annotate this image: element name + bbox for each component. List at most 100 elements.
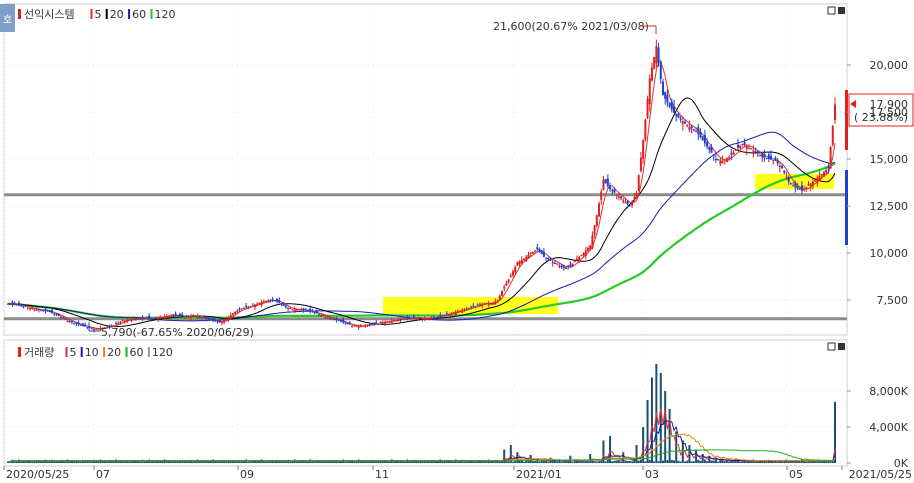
candle-body	[560, 265, 563, 267]
volume-bar	[119, 461, 122, 463]
candle-body	[95, 328, 98, 330]
candle-body	[97, 328, 100, 330]
candle-body	[207, 318, 210, 320]
candle-body	[829, 147, 832, 169]
candle-body	[7, 303, 9, 305]
candle-body	[450, 313, 453, 315]
volume-bar	[626, 460, 629, 463]
right-blue-bar	[845, 170, 848, 245]
volume-bar	[659, 373, 662, 463]
legend-swatch	[103, 347, 106, 357]
volume-bar	[22, 461, 25, 463]
candle-body	[269, 299, 272, 301]
volume-bar	[741, 461, 744, 463]
candle-body	[313, 312, 316, 314]
volume-bar	[231, 461, 234, 463]
candle-body	[328, 317, 331, 319]
candle-body	[220, 321, 223, 324]
candle-body	[770, 155, 773, 160]
candle-body	[717, 158, 720, 160]
candle-body	[556, 263, 559, 265]
candle-body	[368, 324, 371, 326]
legend-item: 20	[107, 346, 121, 359]
legend-swatch	[125, 347, 128, 357]
candle-body	[366, 324, 369, 326]
candle-body	[33, 309, 36, 311]
volume-bar	[304, 461, 307, 463]
candle-body	[46, 310, 49, 312]
candle-body	[214, 319, 217, 322]
candle-body	[192, 314, 195, 316]
candle-body	[115, 323, 118, 325]
candle-body	[659, 61, 662, 79]
candle-body	[245, 305, 248, 308]
volume-bar	[534, 461, 537, 463]
candle-body	[141, 316, 144, 319]
candle-body	[179, 313, 182, 316]
volume-bar	[128, 461, 131, 463]
volume-tick-label: 4,000K	[869, 421, 908, 434]
candle-body	[593, 225, 596, 235]
candle-body	[461, 309, 464, 313]
candle-body	[183, 316, 186, 318]
volume-bar	[787, 461, 790, 463]
candle-body	[567, 265, 570, 267]
candle-body	[781, 165, 784, 169]
candle-body	[503, 286, 506, 289]
candle-body	[668, 102, 671, 107]
volume-bar	[20, 461, 23, 463]
volume-bar	[803, 461, 806, 463]
candle-body	[547, 257, 550, 260]
candle-body	[811, 181, 814, 186]
candle-body	[525, 256, 528, 262]
candle-body	[317, 313, 320, 315]
date-tick-label: 2021/05/25	[849, 468, 912, 481]
volume-bar	[772, 461, 775, 463]
date-tick-label: 11	[375, 468, 389, 481]
volume-bar	[370, 461, 373, 463]
candle-body	[595, 215, 598, 226]
volume-bar	[571, 461, 574, 463]
volume-bar	[101, 461, 104, 463]
candle-body	[384, 321, 387, 324]
volume-bar	[403, 461, 406, 463]
candle-body	[613, 189, 616, 193]
candle-body	[31, 308, 34, 310]
candle-body	[785, 177, 788, 179]
candle-body	[518, 261, 521, 265]
candle-body	[289, 308, 292, 310]
volume-bar	[15, 461, 18, 463]
candle-body	[70, 321, 73, 323]
volume-bar	[42, 461, 45, 463]
candle-body	[666, 95, 669, 103]
volume-bar	[547, 461, 550, 463]
candle-body	[761, 153, 764, 158]
candle-body	[474, 306, 477, 308]
volume-panel-maximize-icon[interactable]	[838, 343, 845, 350]
candle-body	[628, 205, 631, 207]
candle-body	[401, 319, 404, 321]
volume-bar	[309, 459, 312, 463]
volume-bar	[441, 461, 444, 463]
candle-body	[747, 147, 750, 149]
candle-body	[545, 257, 548, 259]
candle-body	[348, 322, 351, 325]
candle-body	[35, 309, 38, 311]
candle-body	[730, 153, 733, 155]
candle-body	[441, 315, 444, 317]
price-panel-maximize-icon[interactable]	[838, 7, 845, 14]
candle-body	[814, 179, 817, 182]
candle-body	[251, 305, 254, 307]
volume-bar	[697, 459, 700, 463]
candle-body	[357, 326, 360, 328]
candle-body	[172, 314, 175, 316]
volume-bar	[148, 459, 151, 463]
volume-bar	[617, 460, 620, 463]
volume-bar	[498, 461, 501, 463]
candle-body	[156, 317, 159, 320]
candle-body	[650, 67, 653, 81]
candle-body	[145, 317, 148, 319]
volume-bar	[79, 461, 82, 463]
volume-bar	[454, 459, 457, 463]
legend-item: 20	[110, 8, 124, 21]
